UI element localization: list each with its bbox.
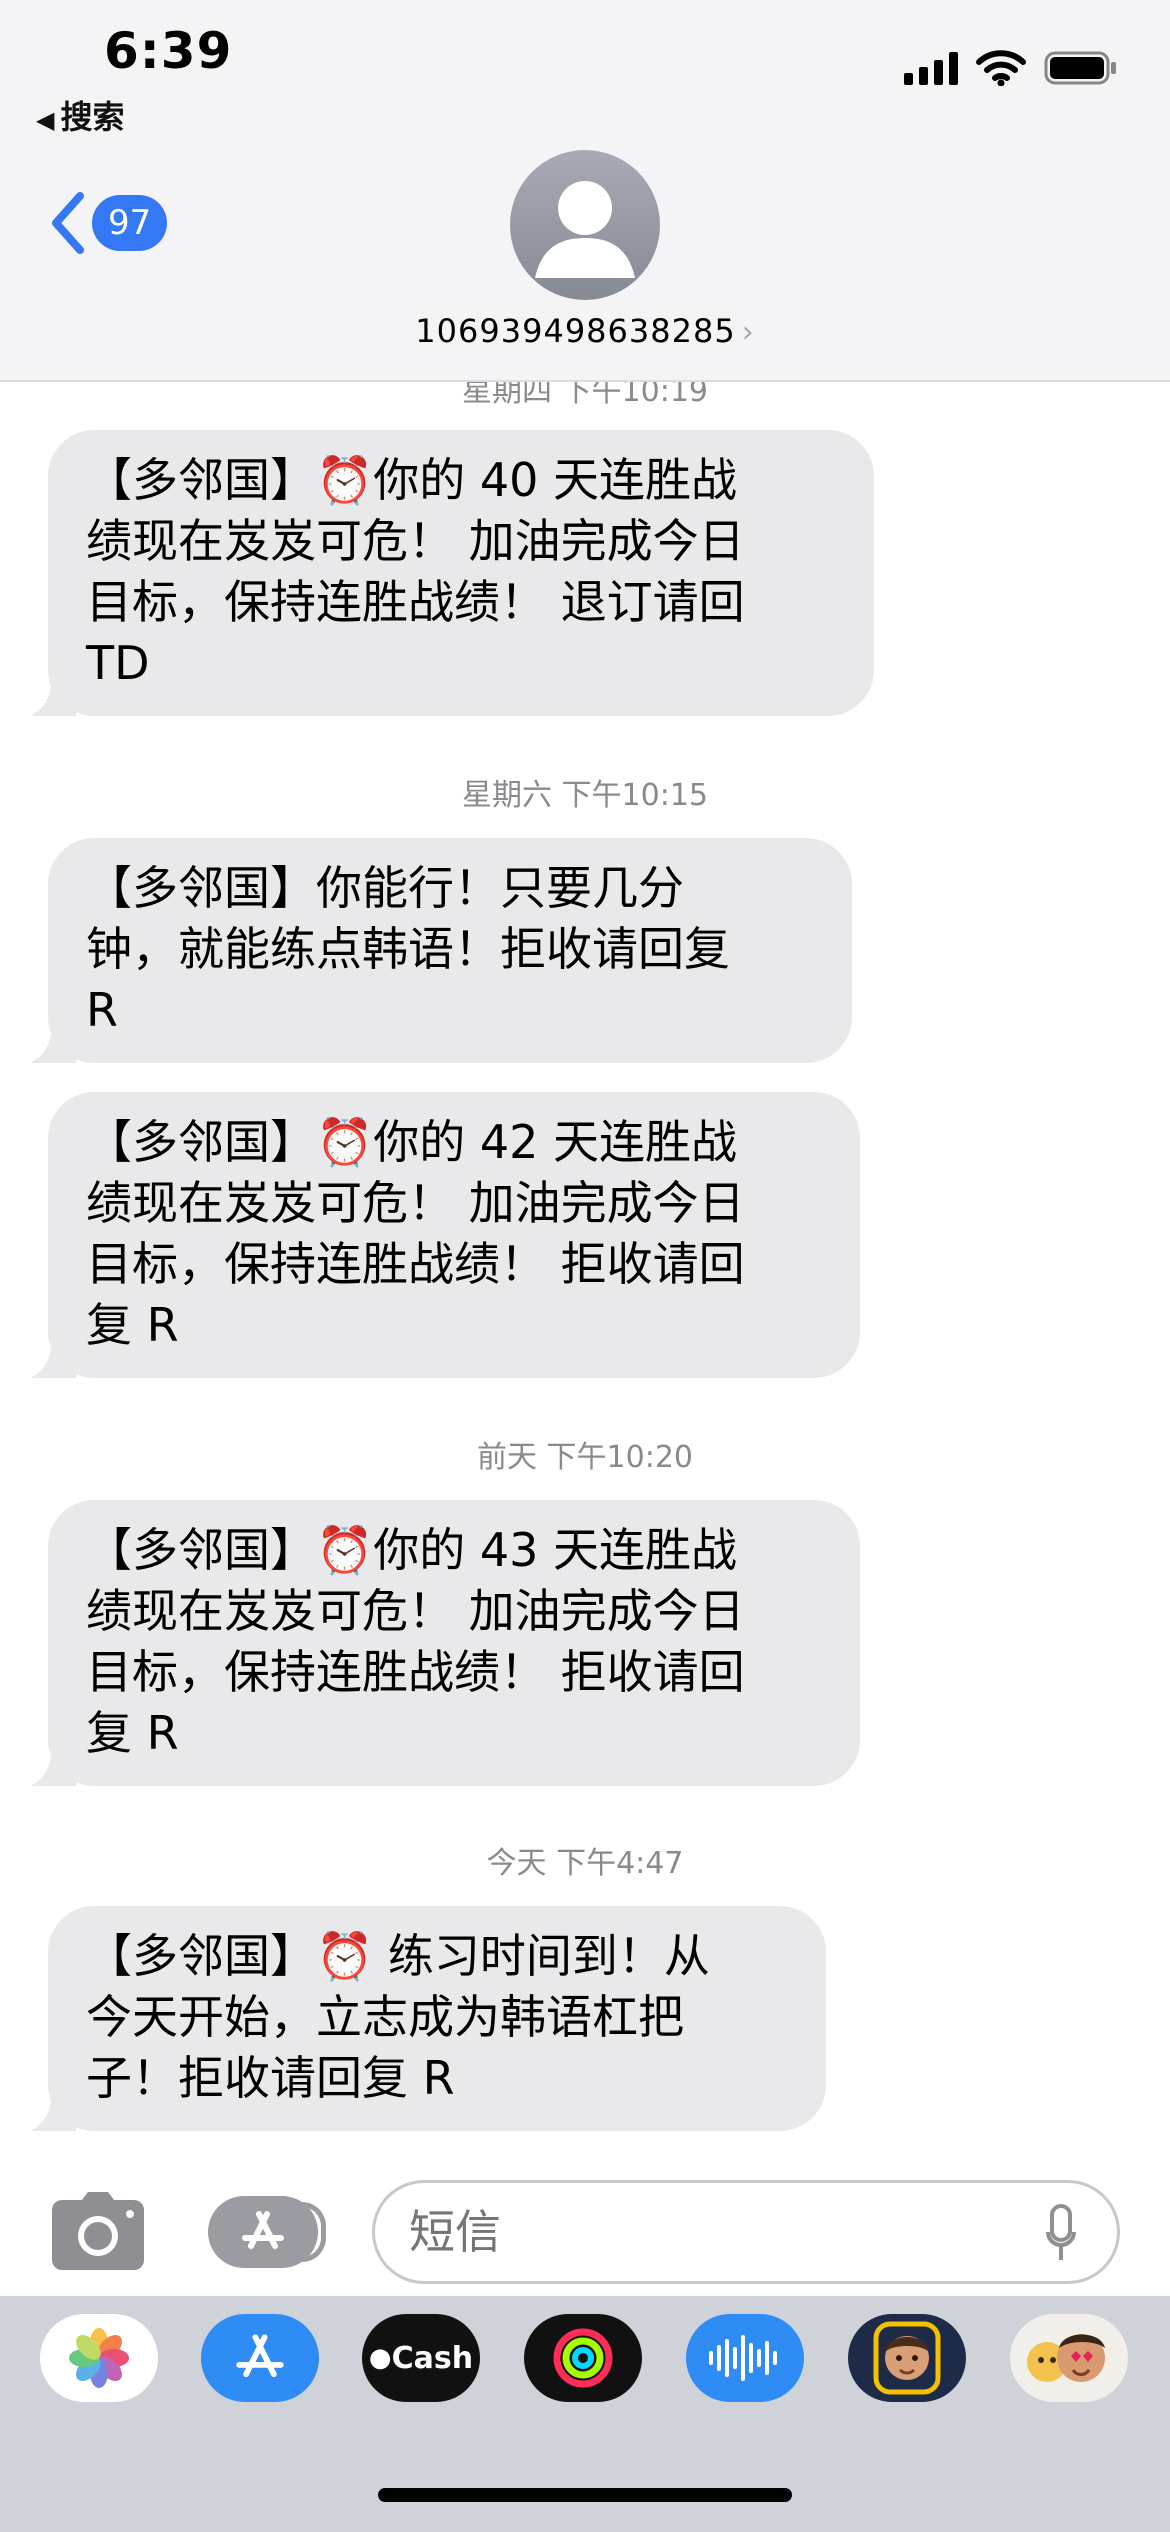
message-bubble[interactable]: 【多邻国】⏰你的 43 天连胜战 绩现在岌岌可危！ 加油完成今日 目标，保持连胜… xyxy=(30,1500,860,1786)
message-line: 目标，保持连胜战绩！ 拒收请回 xyxy=(86,1645,745,1699)
messages-screen: 星期四 下午10:19 【多邻国】⏰你的 40 天连胜战 绩现在岌岌可危！ 加油… xyxy=(0,0,1170,2532)
activity-icon xyxy=(553,2328,613,2388)
animoji-stickers-icon xyxy=(1027,2334,1105,2382)
camera-button[interactable] xyxy=(52,2192,144,2270)
audio-message-app-button[interactable] xyxy=(686,2314,804,2402)
camera-icon xyxy=(52,2192,144,2270)
message-list[interactable]: 星期四 下午10:19 【多邻国】⏰你的 40 天连胜战 绩现在岌岌可危！ 加油… xyxy=(0,370,1170,2170)
contact-avatar[interactable] xyxy=(510,150,660,300)
conversation-header: 6:39 ◀ 搜索 97 106939498638285 › xyxy=(0,0,1170,382)
chevron-left-icon xyxy=(52,192,84,254)
memoji-icon xyxy=(873,2321,941,2395)
message-line: TD xyxy=(86,636,150,690)
return-to-app-link[interactable]: ◀ 搜索 xyxy=(36,92,124,138)
bubble-tail xyxy=(30,2089,76,2131)
drawer-toggle-cap xyxy=(302,2202,326,2262)
wifi-icon xyxy=(976,50,1026,86)
message-line: 【多邻国】你能行！只要几分 xyxy=(86,861,684,915)
photos-icon xyxy=(69,2328,129,2388)
apple-logo-icon: ● xyxy=(368,2343,392,2373)
timestamp-today: 今天 下午4:47 xyxy=(486,1846,684,1881)
message-line: 【多邻国】⏰ 练习时间到！从 xyxy=(86,1929,710,1983)
bubble-tail xyxy=(30,1021,76,1063)
message-line: 目标，保持连胜战绩！ 拒收请回 xyxy=(86,1237,745,1291)
back-triangle-icon: ◀ xyxy=(36,106,55,134)
animoji-stickers-app-button[interactable] xyxy=(1010,2314,1128,2402)
battery-icon xyxy=(1044,50,1118,86)
message-bubble[interactable]: 【多邻国】你能行！只要几分 钟，就能练点韩语！拒收请回复 R xyxy=(30,838,852,1063)
message-line: 【多邻国】⏰你的 40 天连胜战 xyxy=(86,453,738,507)
message-line: 复 R xyxy=(86,1706,179,1760)
apple-cash-label: Cash xyxy=(391,2340,474,2376)
unread-count-badge: 97 xyxy=(92,195,168,251)
app-drawer-toggle[interactable] xyxy=(208,2196,326,2268)
message-bubble[interactable]: 【多邻国】⏰ 练习时间到！从 今天开始，立志成为韩语杠把 子！拒收请回复 R xyxy=(30,1906,826,2131)
message-line: 子！拒收请回复 R xyxy=(86,2051,455,2105)
activity-app-button[interactable] xyxy=(524,2314,642,2402)
microphone-icon[interactable] xyxy=(1046,2204,1076,2264)
message-line: 【多邻国】⏰你的 42 天连胜战 xyxy=(86,1115,738,1169)
cellular-signal-icon xyxy=(904,51,958,85)
message-line: 今天开始，立志成为韩语杠把 xyxy=(86,1990,684,2044)
app-store-icon xyxy=(242,2211,284,2249)
message-line: 绩现在岌岌可危！ 加油完成今日 xyxy=(86,1584,745,1638)
message-line: 钟，就能练点韩语！拒收请回复 xyxy=(86,922,730,976)
contact-number: 106939498638285 xyxy=(415,312,736,350)
apple-cash-app-button[interactable]: ● Cash xyxy=(362,2314,480,2402)
memoji-app-button[interactable] xyxy=(848,2314,966,2402)
photos-app-button[interactable] xyxy=(40,2314,158,2402)
timestamp-saturday: 星期六 下午10:15 xyxy=(462,778,708,813)
bubble-tail xyxy=(30,1744,76,1786)
status-icons xyxy=(904,50,1118,86)
message-line: R xyxy=(86,983,118,1037)
home-indicator[interactable] xyxy=(378,2488,792,2502)
app-store-app-button[interactable] xyxy=(201,2314,319,2402)
message-input[interactable] xyxy=(372,2180,1120,2284)
bubble-tail xyxy=(30,1336,76,1378)
message-line: 复 R xyxy=(86,1298,179,1352)
message-bubble[interactable]: 【多邻国】⏰你的 42 天连胜战 绩现在岌岌可危！ 加油完成今日 目标，保持连胜… xyxy=(30,1092,860,1378)
message-line: 【多邻国】⏰你的 43 天连胜战 xyxy=(86,1523,738,1577)
message-line: 绩现在岌岌可危！ 加油完成今日 xyxy=(86,1176,745,1230)
back-button[interactable]: 97 xyxy=(48,190,168,256)
contact-name-button[interactable]: 106939498638285 › xyxy=(0,312,1170,350)
bubble-tail xyxy=(30,674,76,716)
message-bubble[interactable]: 【多邻国】⏰你的 40 天连胜战 绩现在岌岌可危！ 加油完成今日 目标，保持连胜… xyxy=(30,430,874,716)
message-line: 目标，保持连胜战绩！ 退订请回 xyxy=(86,575,745,629)
return-app-label: 搜索 xyxy=(60,98,125,136)
audio-message-icon xyxy=(709,2335,777,2381)
compose-bar xyxy=(0,2170,1170,2294)
status-time: 6:39 xyxy=(104,22,233,80)
timestamp-day-before-yesterday: 前天 下午10:20 xyxy=(477,1440,693,1475)
message-line: 绩现在岌岌可危！ 加油完成今日 xyxy=(86,514,745,568)
person-icon xyxy=(535,181,635,278)
app-store-icon xyxy=(236,2334,284,2378)
chevron-right-icon: › xyxy=(741,315,755,350)
